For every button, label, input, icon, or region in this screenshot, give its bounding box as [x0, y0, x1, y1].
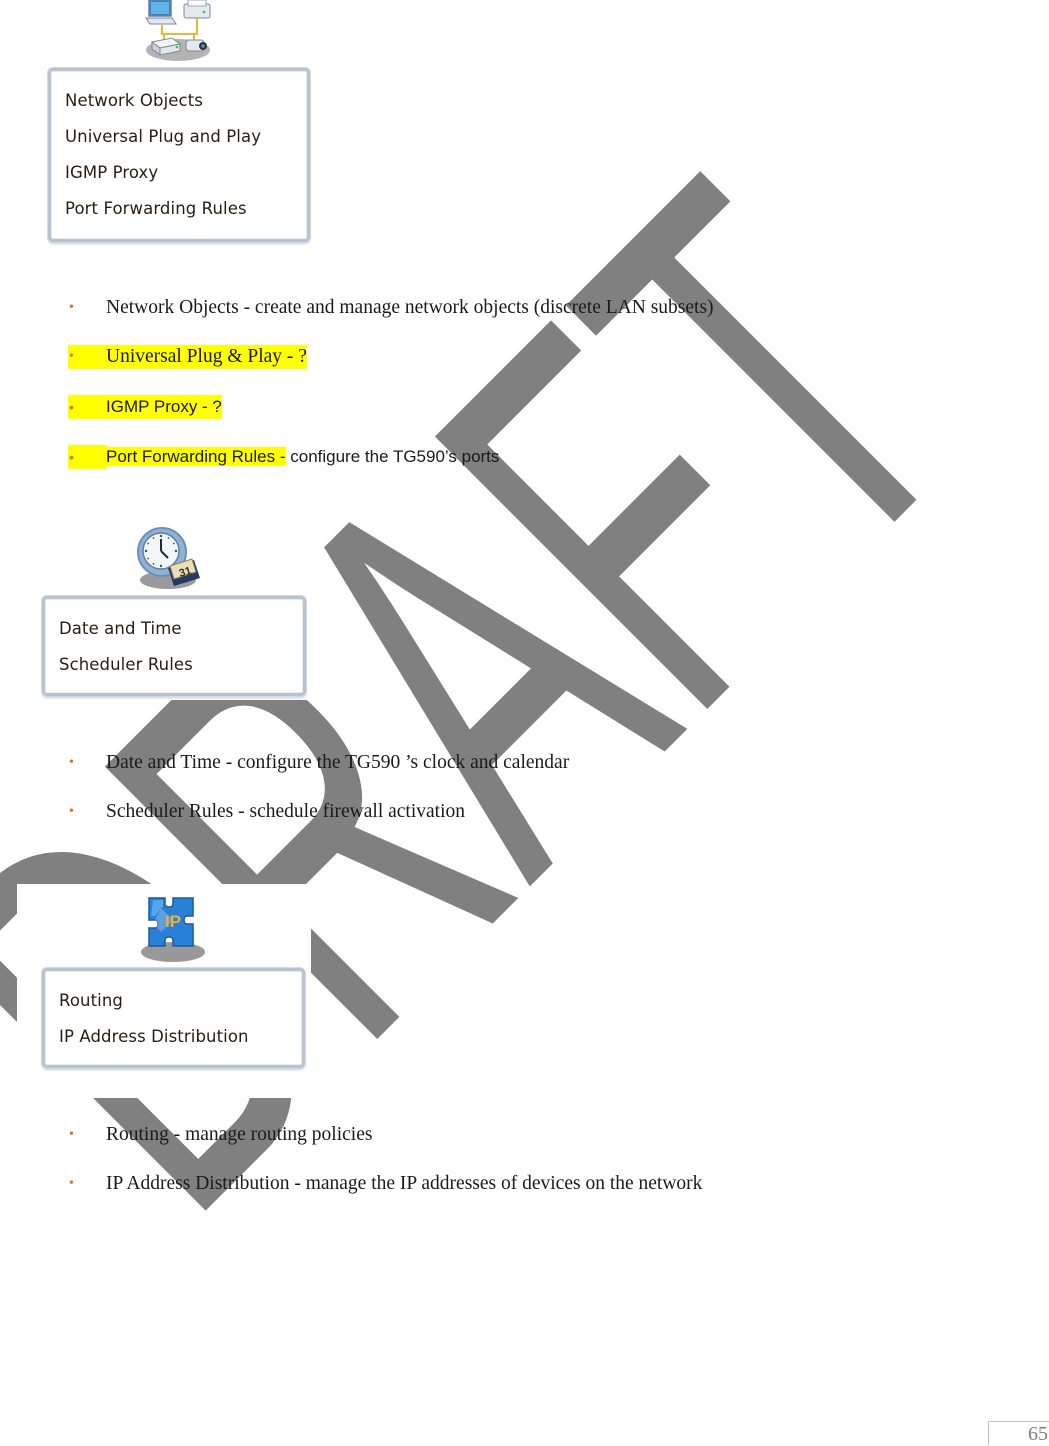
menu-item-port-forwarding-rules[interactable]: Port Forwarding Rules — [65, 199, 247, 218]
bullet-term: IP Address Distribution — [106, 1173, 290, 1194]
bullet-desc: - manage routing policies — [168, 1124, 373, 1145]
bullet-dot: • — [69, 300, 74, 315]
bullet-desc: - manage the IP addresses of devices on … — [289, 1173, 703, 1194]
bullet-dot: • — [68, 345, 107, 369]
routing-menu-screenshot: IP Routing IP Address Distribution — [17, 884, 311, 1098]
bullet-dot: • — [68, 445, 107, 469]
menu-item-date-and-time[interactable]: Date and Time — [59, 619, 182, 638]
network-menu-screenshot: Network Objects Universal Plug and Play … — [44, 0, 316, 246]
bullet-dot: • — [69, 804, 74, 819]
bullet-term: IGMP Proxy - ? — [106, 397, 222, 416]
bullet-dot: • — [69, 1176, 74, 1191]
menu-item-universal-plug-and-play[interactable]: Universal Plug and Play — [65, 127, 261, 146]
bullet-term: Routing — [106, 1124, 169, 1145]
bullet-desc: configure the TG590’s ports — [285, 447, 500, 466]
bullet-dot: • — [69, 1127, 74, 1142]
bullet-term: Universal Plug & Play - ? — [106, 346, 307, 367]
bullet-term: Date and Time — [106, 752, 221, 773]
page-number: 65 — [1028, 1423, 1048, 1445]
date-time-menu-screenshot: 31 Date and Time Scheduler Rules — [38, 520, 310, 700]
bullet-desc: - configure the TG590 ’s clock and calen… — [220, 752, 570, 773]
bullet-dot: • — [69, 755, 74, 770]
page-number-box: 65 — [988, 1421, 1049, 1445]
menu-item-igmp-proxy[interactable]: IGMP Proxy — [65, 163, 158, 182]
clock-calendar-icon: 31 — [134, 524, 206, 592]
bullet-desc: - schedule firewall activation — [233, 801, 465, 822]
ip-puzzle-icon: IP — [135, 894, 207, 966]
network-menu-panel: Network Objects Universal Plug and Play … — [48, 68, 310, 242]
bullet-term: Scheduler Rules — [106, 801, 234, 822]
menu-item-scheduler-rules[interactable]: Scheduler Rules — [59, 655, 193, 674]
menu-item-routing[interactable]: Routing — [59, 991, 123, 1010]
ip-label: IP — [165, 912, 181, 931]
menu-item-ip-address-distribution[interactable]: IP Address Distribution — [59, 1027, 249, 1046]
network-devices-icon — [142, 0, 214, 62]
date-time-menu-panel: Date and Time Scheduler Rules — [42, 596, 306, 696]
bullet-term: Network Objects — [106, 297, 239, 318]
menu-item-network-objects[interactable]: Network Objects — [65, 91, 203, 110]
bullet-dot: • — [68, 395, 107, 419]
bullet-desc: - create and manage network objects (dis… — [238, 297, 714, 318]
routing-menu-panel: Routing IP Address Distribution — [42, 968, 305, 1068]
bullet-term: Port Forwarding Rules - — [106, 447, 286, 466]
